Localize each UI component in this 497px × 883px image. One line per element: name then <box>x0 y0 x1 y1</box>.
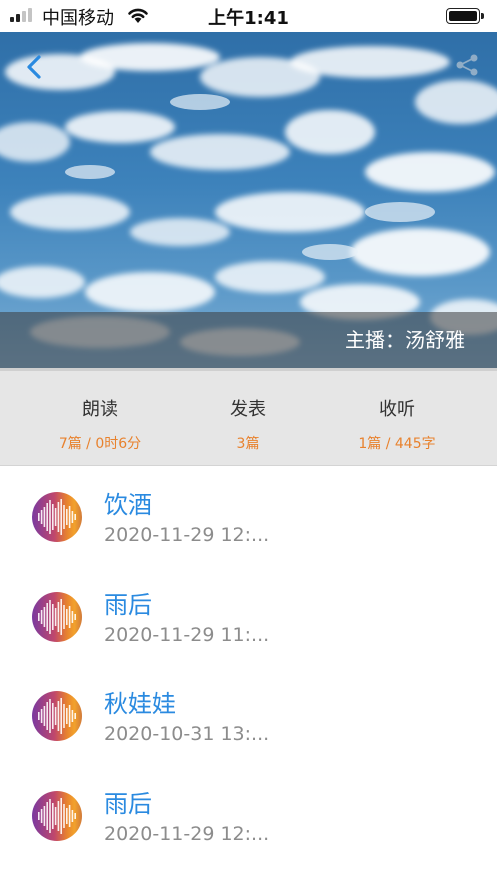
list-item[interactable]: 雨后 2020-11-29 11:... <box>0 567 497 665</box>
recording-title: 雨后 <box>104 591 152 619</box>
stat-value: 1篇 / 445字 <box>358 436 436 452</box>
stat-value: 7篇 / 0时6分 <box>58 436 142 452</box>
stat-label: 朗读 <box>82 399 118 420</box>
stat-published[interactable]: 发表 3篇 <box>188 371 308 453</box>
stat-listened[interactable]: 收听 1篇 / 445字 <box>337 371 457 453</box>
stat-value: 3篇 <box>236 436 260 452</box>
host-label: 主播：汤舒雅 <box>345 328 465 352</box>
recording-date: 2020-11-29 12:... <box>104 524 270 546</box>
status-time: 上午1:41 <box>208 8 289 29</box>
recording-title: 秋娃娃 <box>104 690 176 718</box>
audio-wave-icon <box>32 791 82 841</box>
stat-read[interactable]: 朗读 7篇 / 0时6分 <box>40 371 160 453</box>
recording-title: 雨后 <box>104 790 152 818</box>
list-item[interactable]: 秋娃娃 2020-10-31 13:... <box>0 666 497 764</box>
host-bar: 主播：汤舒雅 <box>0 312 497 368</box>
recording-date: 2020-11-29 11:... <box>104 624 270 646</box>
recording-title: 饮酒 <box>104 491 152 519</box>
audio-wave-icon <box>32 592 82 642</box>
stat-label: 收听 <box>379 399 415 420</box>
status-bar: 中国移动 上午1:41 <box>0 0 497 32</box>
list-item[interactable]: 雨后 2020-11-29 12:... <box>0 766 497 864</box>
audio-wave-icon <box>32 691 82 741</box>
recording-date: 2020-10-31 13:... <box>104 723 270 745</box>
cover-image: 主播：汤舒雅 <box>0 32 497 368</box>
share-icon[interactable] <box>452 50 482 80</box>
audio-wave-icon <box>32 492 82 542</box>
stat-label: 发表 <box>230 399 266 420</box>
stats-panel: 朗读 7篇 / 0时6分 发表 3篇 收听 1篇 / 445字 <box>0 368 497 466</box>
chevron-left-icon[interactable] <box>18 50 52 84</box>
recording-date: 2020-11-29 12:... <box>104 823 270 845</box>
list-item[interactable]: 饮酒 2020-11-29 12:... <box>0 467 497 565</box>
battery-icon <box>446 8 484 24</box>
